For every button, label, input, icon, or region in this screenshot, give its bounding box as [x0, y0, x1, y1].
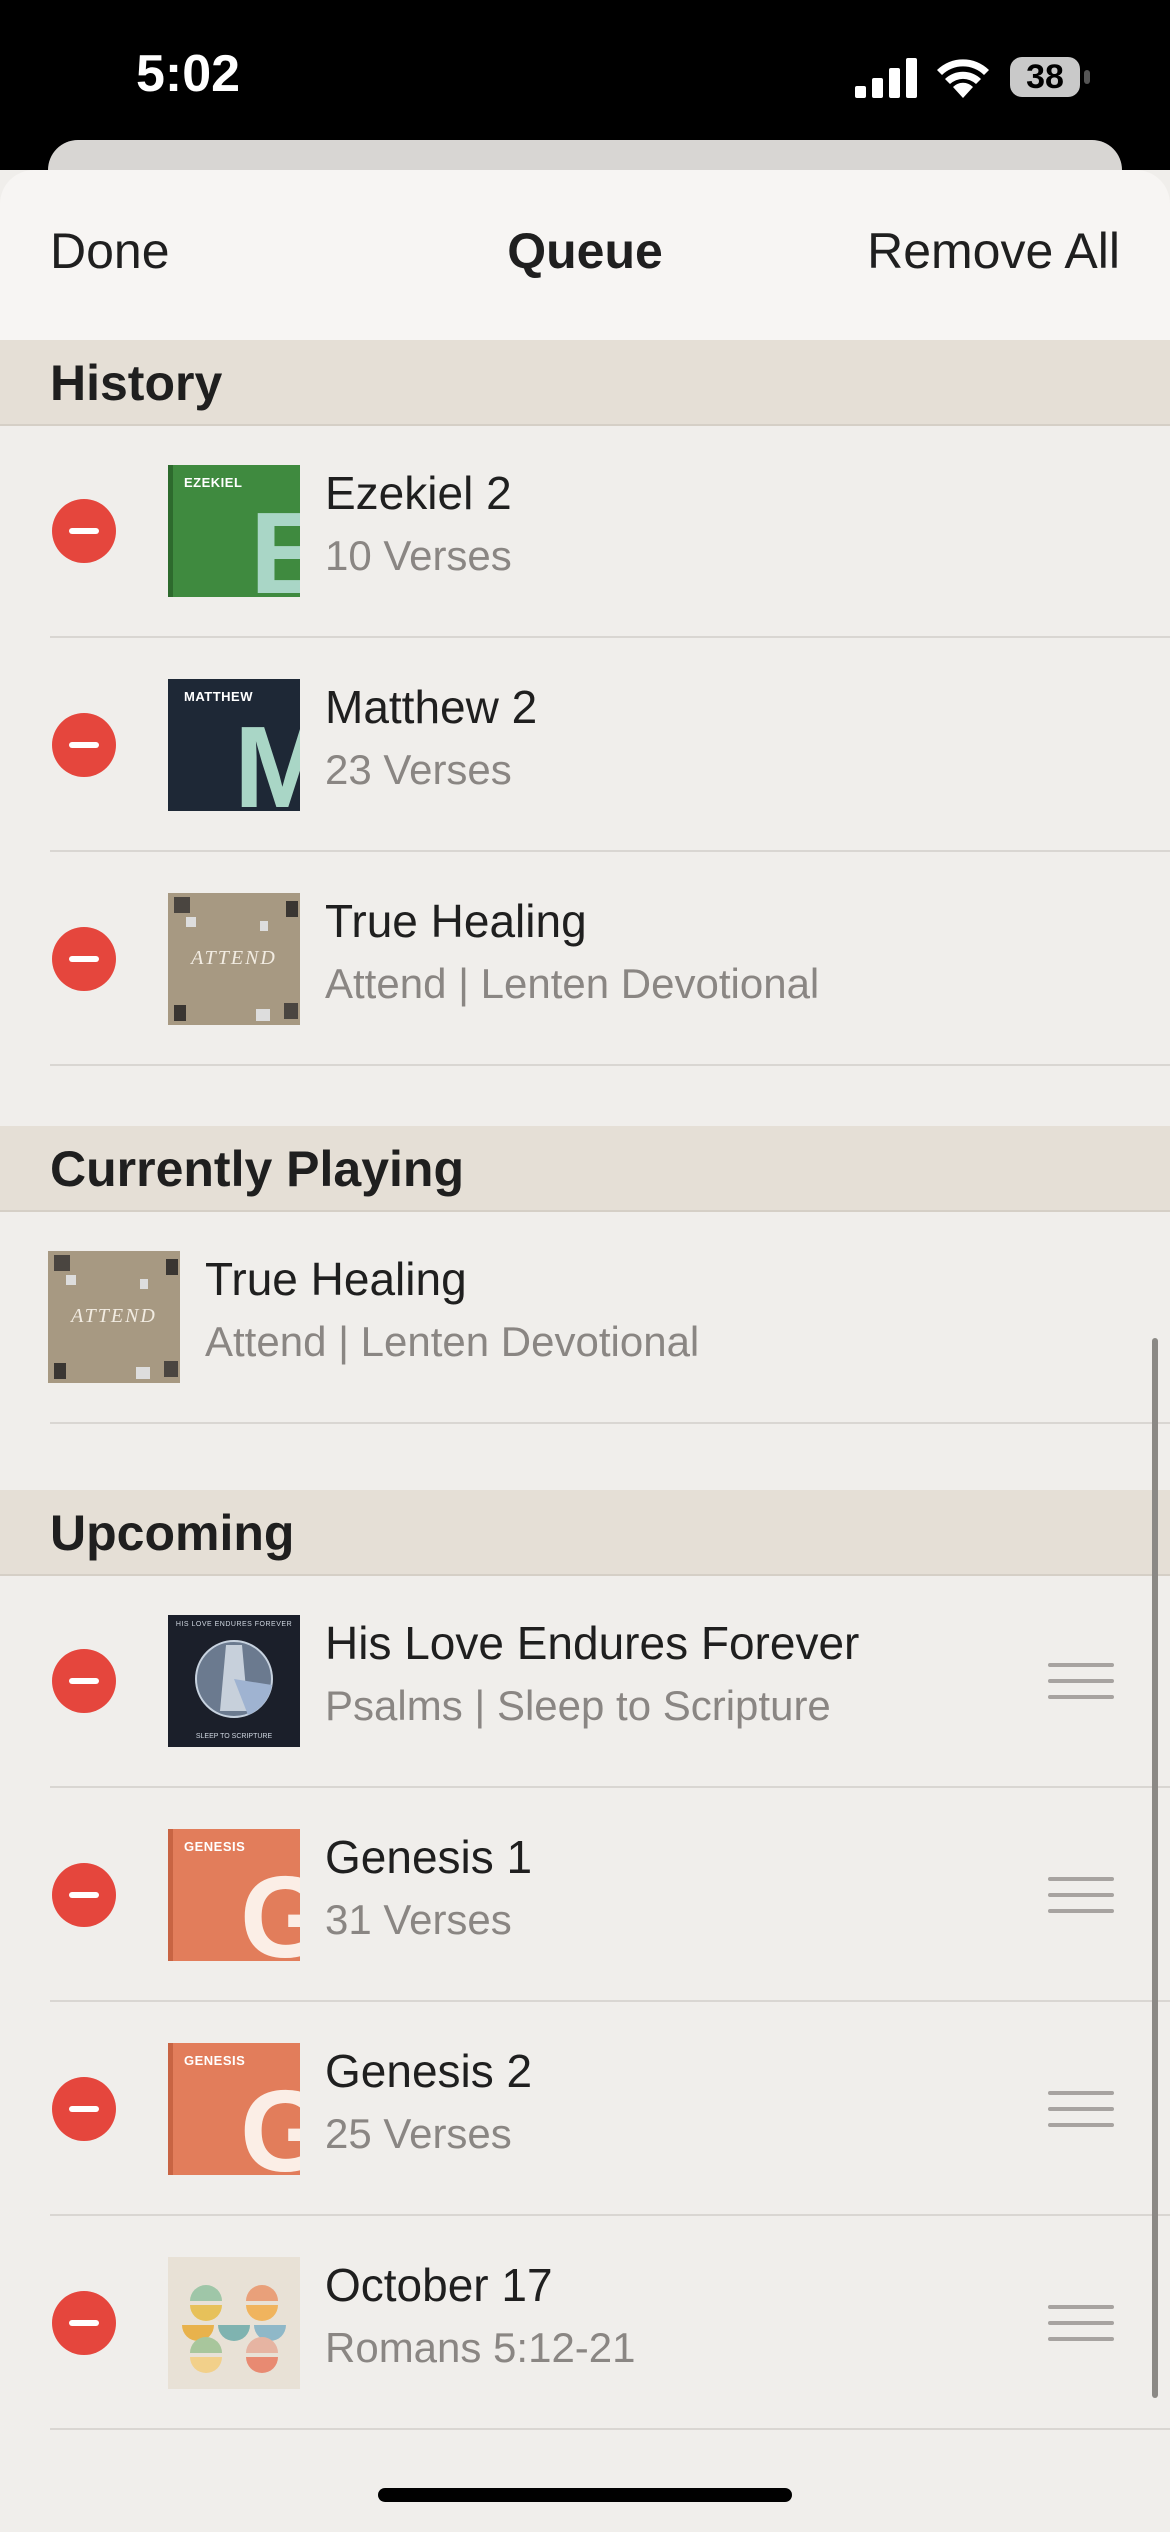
remove-item-button[interactable]	[52, 499, 116, 563]
item-subtitle: 31 Verses	[325, 1896, 512, 1943]
item-subtitle: Attend | Lenten Devotional	[325, 960, 820, 1007]
item-subtitle: Romans 5:12-21	[325, 2324, 636, 2371]
art-spine	[168, 2043, 173, 2175]
section-title-currently-playing: Currently Playing	[50, 1141, 464, 1197]
art-label: GENESIS	[184, 1839, 246, 1854]
section-header-currently-playing: Currently Playing	[0, 1126, 1170, 1212]
section-title-upcoming: Upcoming	[50, 1505, 295, 1561]
artwork-his-love-endures: HIS LOVE ENDURES FOREVER SLEEP TO SCRIPT…	[168, 1615, 300, 1747]
queue-row[interactable]: ATTEND True Healing Attend | Lenten Devo…	[0, 852, 1170, 1066]
home-indicator[interactable]	[378, 2488, 792, 2502]
art-label: GENESIS	[184, 2053, 246, 2068]
item-subtitle: 25 Verses	[325, 2110, 512, 2157]
battery-level: 38	[1026, 58, 1064, 96]
scrollbar[interactable]	[1152, 1338, 1158, 2398]
section-header-history: History	[0, 340, 1170, 426]
queue-sheet: Done Queue Remove All History EZEKIEL E …	[0, 170, 1170, 2532]
now-playing-row[interactable]: ATTEND True Healing Attend | Lenten Devo…	[0, 1210, 1170, 1424]
item-subtitle: Psalms | Sleep to Scripture	[325, 1682, 831, 1729]
queue-row[interactable]: October 17 Romans 5:12-21	[0, 2216, 1170, 2430]
queue-row[interactable]: GENESIS G Genesis 1 31 Verses	[0, 1788, 1170, 2002]
divider	[50, 1064, 1170, 1066]
remove-item-button[interactable]	[52, 713, 116, 777]
queue-row[interactable]: GENESIS G Genesis 2 25 Verses	[0, 2002, 1170, 2216]
queue-row[interactable]: HIS LOVE ENDURES FOREVER SLEEP TO SCRIPT…	[0, 1574, 1170, 1788]
item-title: October 17	[325, 2259, 553, 2311]
artwork-october-17	[168, 2257, 300, 2389]
section-header-upcoming: Upcoming	[0, 1490, 1170, 1576]
queue-navbar: Done Queue Remove All	[0, 170, 1170, 342]
drag-handle-icon[interactable]	[1048, 1877, 1114, 1913]
art-label: EZEKIEL	[184, 475, 243, 490]
drag-handle-icon[interactable]	[1048, 2091, 1114, 2127]
remove-item-button[interactable]	[52, 1649, 116, 1713]
item-subtitle: 10 Verses	[325, 532, 512, 579]
item-title: Genesis 1	[325, 1831, 533, 1883]
cellular-signal-icon	[855, 58, 917, 98]
remove-item-button[interactable]	[52, 927, 116, 991]
artwork-attend: ATTEND	[48, 1251, 180, 1383]
item-subtitle: 23 Verses	[325, 746, 512, 793]
item-title: True Healing	[205, 1253, 467, 1305]
art-bottom-text: SLEEP TO SCRIPTURE	[195, 1733, 273, 1740]
semicircle-pattern	[182, 2285, 286, 2373]
art-spine	[168, 465, 173, 597]
art-spine	[168, 1829, 173, 1961]
item-title: Genesis 2	[325, 2045, 533, 2097]
art-letter: M	[234, 702, 300, 811]
artwork-matthew: MATTHEW M	[168, 679, 300, 811]
item-title: Ezekiel 2	[325, 467, 512, 519]
battery-icon: 38	[1010, 57, 1080, 97]
queue-row[interactable]: EZEKIEL E Ezekiel 2 10 Verses	[0, 424, 1170, 638]
drag-handle-icon[interactable]	[1048, 1663, 1114, 1699]
divider	[50, 2428, 1170, 2430]
artwork-genesis: GENESIS G	[168, 1829, 300, 1961]
remove-item-button[interactable]	[52, 1863, 116, 1927]
art-label: ATTEND	[71, 1305, 157, 1327]
status-time: 5:02	[136, 45, 241, 103]
item-title: True Healing	[325, 895, 587, 947]
queue-row[interactable]: MATTHEW M Matthew 2 23 Verses	[0, 638, 1170, 852]
remove-item-button[interactable]	[52, 2077, 116, 2141]
art-letter: G	[240, 2066, 300, 2175]
item-title: His Love Endures Forever	[325, 1617, 860, 1669]
item-title: Matthew 2	[325, 681, 538, 733]
remove-item-button[interactable]	[52, 2291, 116, 2355]
art-letter: G	[240, 1852, 300, 1961]
drag-handle-icon[interactable]	[1048, 2305, 1114, 2341]
divider	[50, 1422, 1170, 1424]
remove-all-button[interactable]: Remove All	[867, 222, 1120, 280]
battery-nub	[1084, 70, 1090, 84]
artwork-attend: ATTEND	[168, 893, 300, 1025]
section-title-history: History	[50, 355, 223, 411]
waterfall-globe	[195, 1640, 273, 1718]
item-subtitle: Attend | Lenten Devotional	[205, 1318, 700, 1365]
artwork-ezekiel: EZEKIEL E	[168, 465, 300, 597]
wifi-icon	[937, 59, 989, 98]
art-letter: E	[250, 488, 300, 597]
art-label: ATTEND	[191, 947, 277, 969]
artwork-genesis: GENESIS G	[168, 2043, 300, 2175]
